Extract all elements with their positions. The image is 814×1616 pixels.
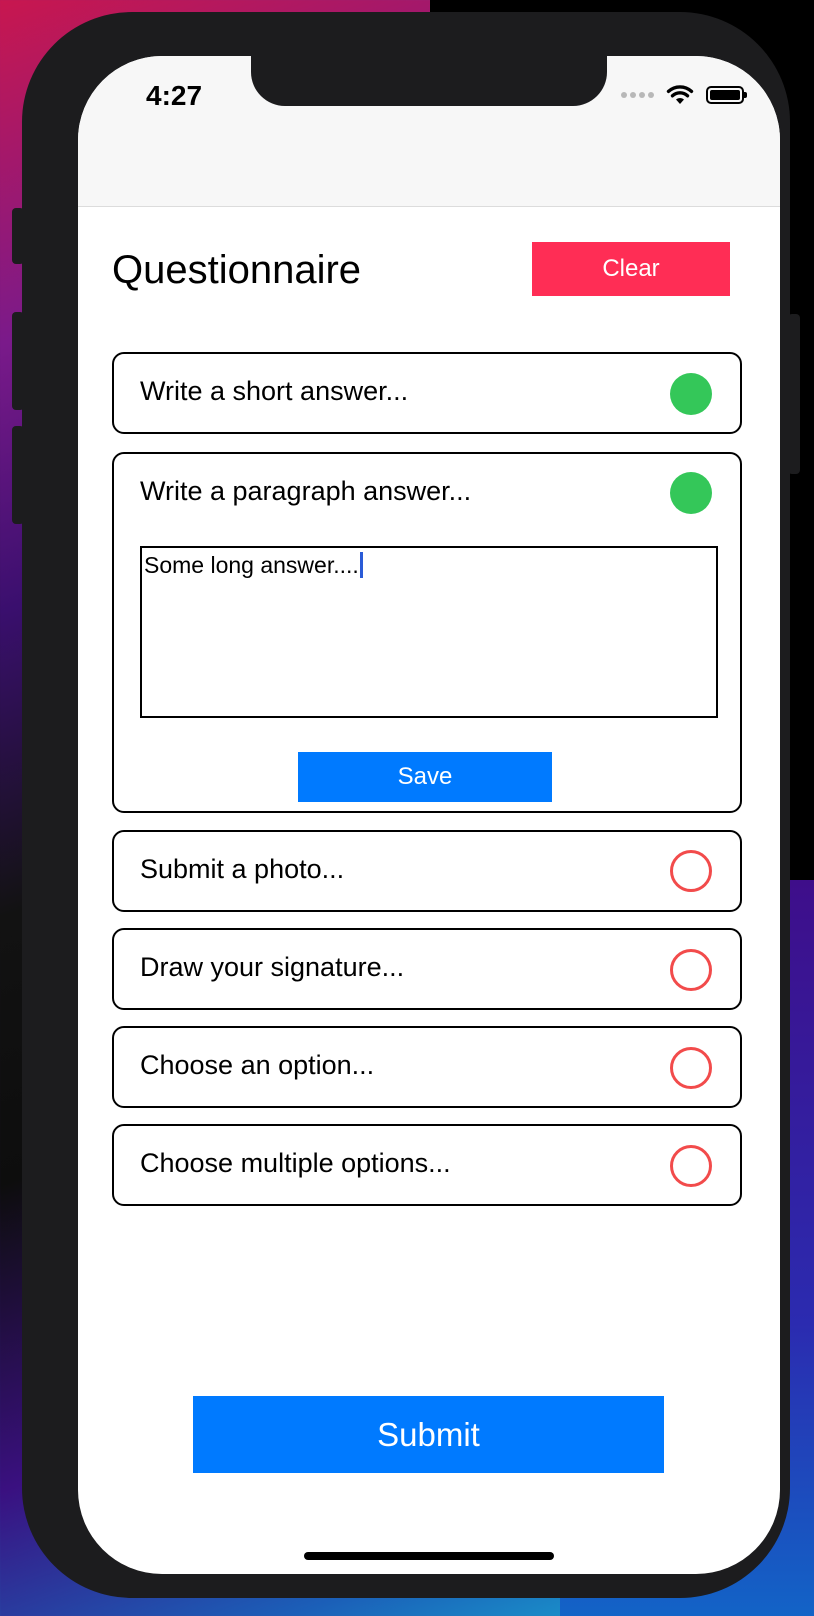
question-label: Write a short answer... bbox=[140, 376, 409, 406]
question-card-signature[interactable]: Draw your signature... bbox=[112, 928, 742, 1010]
phone-frame: 4:27 Questionnaire Clear Write a short a… bbox=[12, 12, 800, 1598]
incomplete-status-icon bbox=[670, 949, 712, 991]
incomplete-status-icon bbox=[670, 1047, 712, 1089]
incomplete-status-icon bbox=[670, 850, 712, 892]
complete-status-icon bbox=[670, 472, 712, 514]
question-card-multiple-options[interactable]: Choose multiple options... bbox=[112, 1124, 742, 1206]
question-label: Submit a photo... bbox=[140, 854, 345, 884]
incomplete-status-icon bbox=[670, 1145, 712, 1187]
question-card-photo[interactable]: Submit a photo... bbox=[112, 830, 742, 912]
home-indicator[interactable] bbox=[304, 1552, 554, 1560]
question-card-option[interactable]: Choose an option... bbox=[112, 1026, 742, 1108]
question-card-paragraph-answer[interactable]: Write a paragraph answer... Some long an… bbox=[112, 452, 742, 813]
complete-status-icon bbox=[670, 373, 712, 415]
status-time: 4:27 bbox=[146, 80, 203, 111]
submit-button[interactable]: Submit bbox=[193, 1396, 664, 1473]
cellular-signal-icon bbox=[621, 92, 654, 98]
question-label: Choose an option... bbox=[140, 1050, 375, 1080]
volume-up-button bbox=[12, 312, 24, 410]
clear-button[interactable]: Clear bbox=[532, 242, 730, 296]
status-icons bbox=[621, 84, 747, 106]
mute-switch bbox=[12, 208, 24, 264]
question-label: Draw your signature... bbox=[140, 952, 405, 982]
page-title: Questionnaire bbox=[112, 248, 362, 292]
battery-icon bbox=[706, 86, 747, 104]
question-card-short-answer[interactable]: Write a short answer... bbox=[112, 352, 742, 434]
answer-text: Some long answer.... bbox=[144, 552, 359, 578]
question-label: Write a paragraph answer... bbox=[140, 476, 472, 506]
question-label: Choose multiple options... bbox=[140, 1148, 451, 1178]
volume-down-button bbox=[12, 426, 24, 524]
wifi-icon bbox=[666, 85, 694, 104]
screen: 4:27 Questionnaire Clear Write a short a… bbox=[78, 56, 780, 1574]
save-button[interactable]: Save bbox=[298, 752, 552, 802]
text-cursor bbox=[359, 552, 363, 578]
paragraph-answer-textarea[interactable]: Some long answer.... bbox=[140, 546, 718, 718]
notch bbox=[251, 56, 607, 106]
power-button bbox=[788, 314, 800, 474]
